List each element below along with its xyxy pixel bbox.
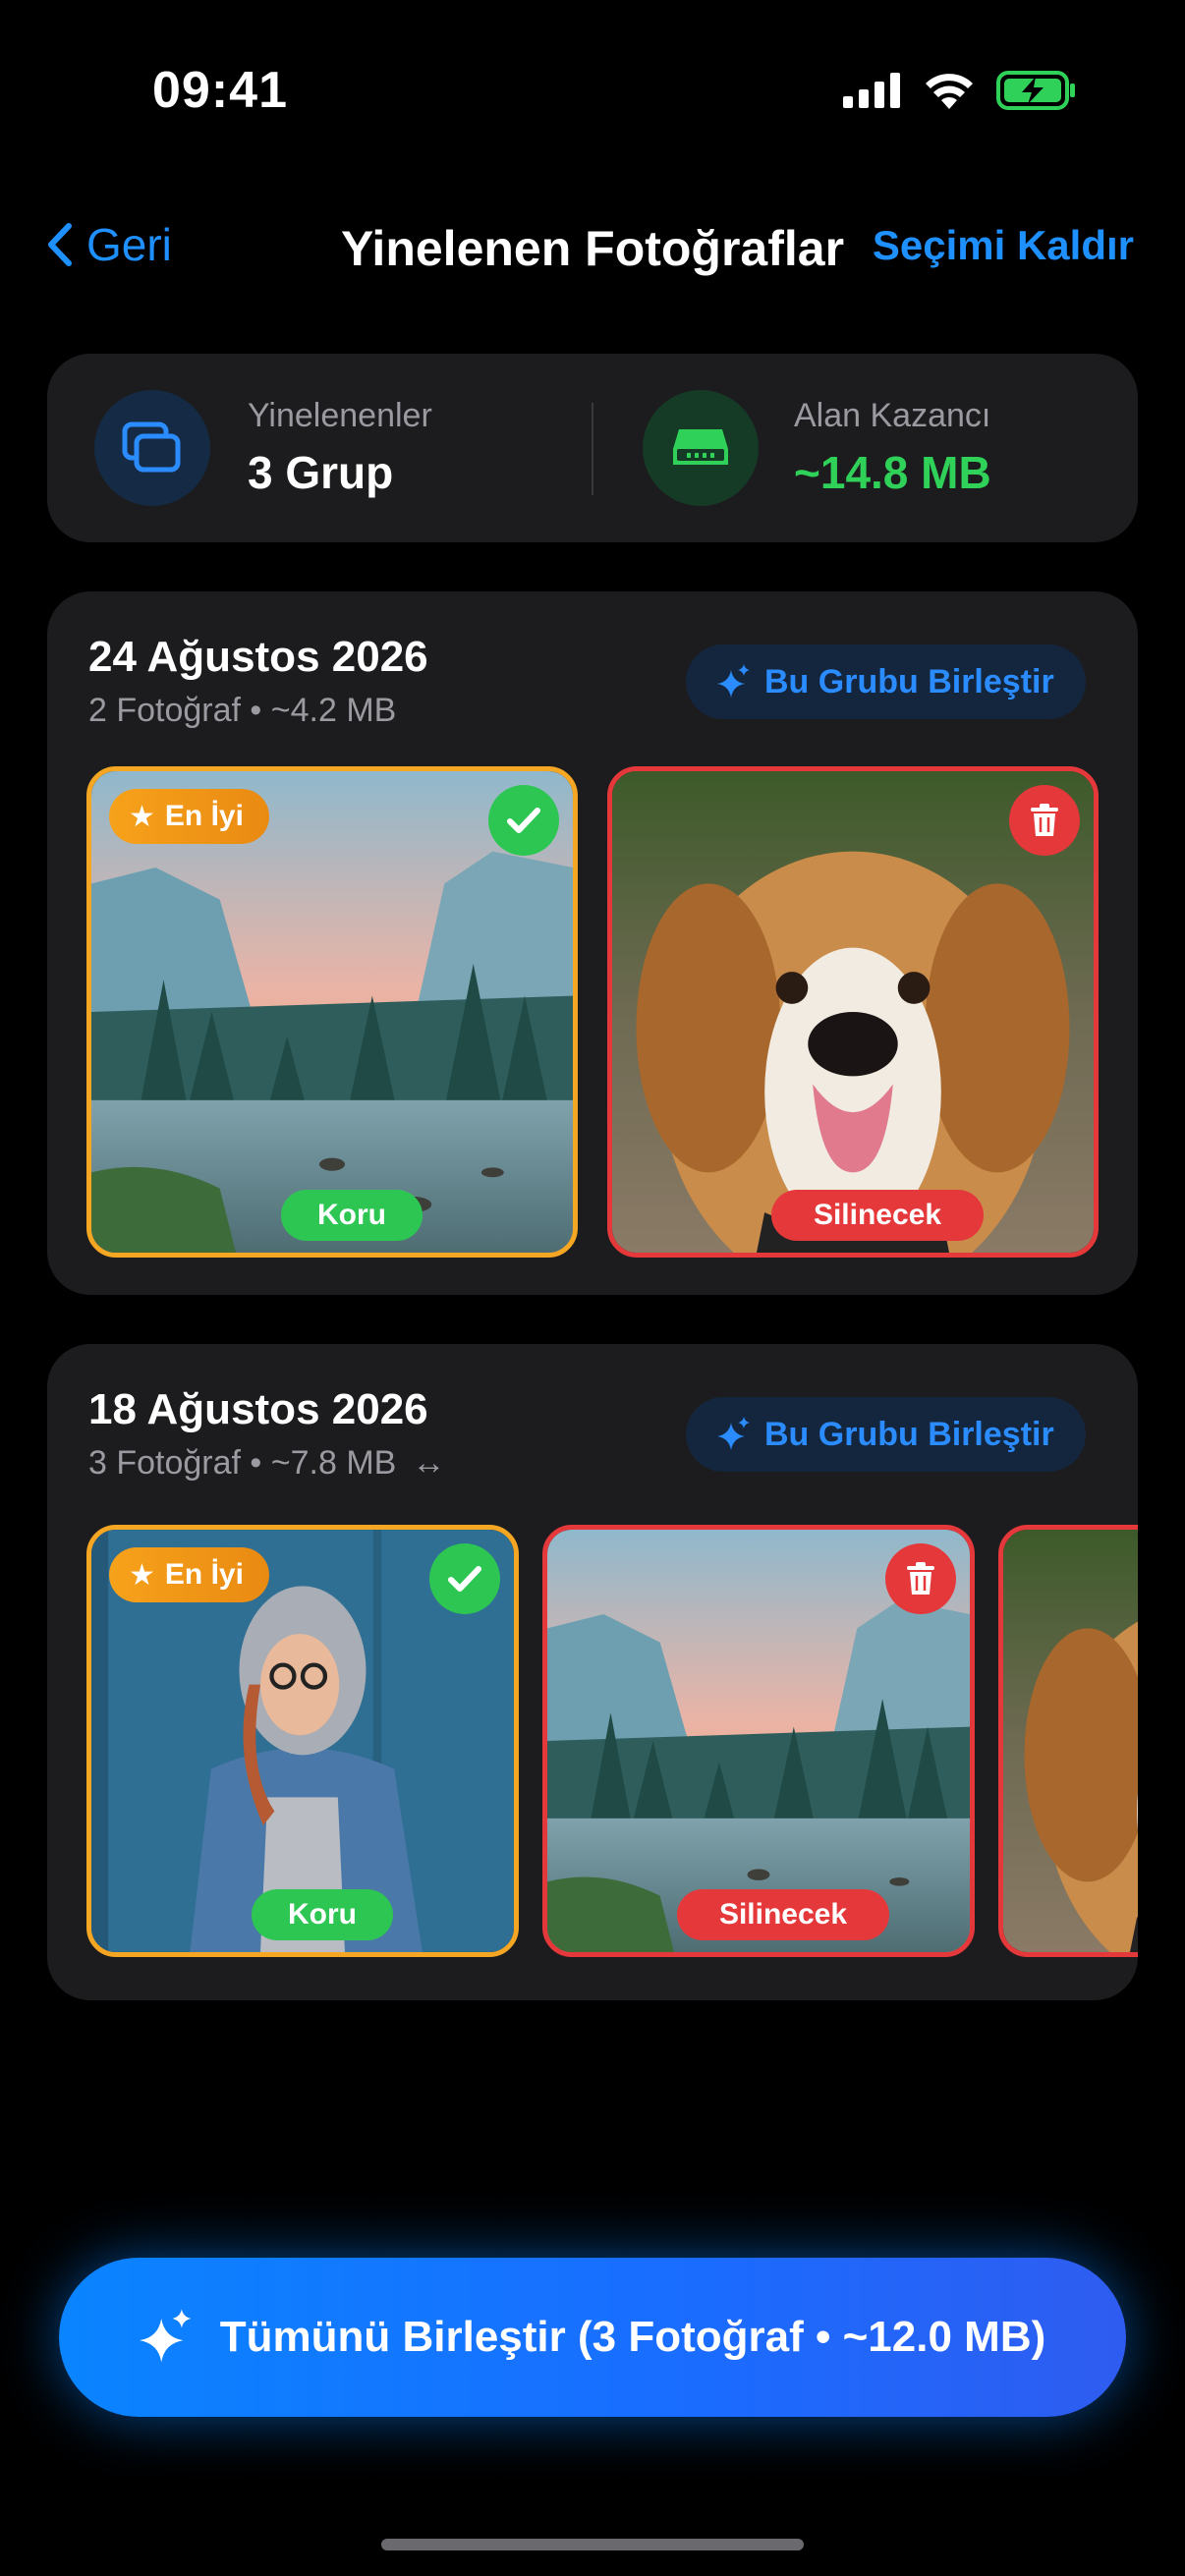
group-date: 24 Ağustos 2026 bbox=[88, 633, 428, 681]
group-meta: 2 Fotoğraf • ~4.2 MB bbox=[88, 692, 397, 729]
duplicates-icon bbox=[94, 390, 210, 506]
photo-card-keep[interactable]: ★ En İyi Koru bbox=[86, 1525, 519, 1957]
battery-charging-icon bbox=[996, 71, 1075, 110]
group-meta-row: 3 Fotoğraf • ~7.8 MB ↔ bbox=[88, 1444, 445, 1483]
status-icons bbox=[843, 71, 1077, 110]
arrows-horizontal-icon: ↔ bbox=[412, 1444, 446, 1482]
storage-icon bbox=[643, 390, 759, 506]
best-label: En İyi bbox=[164, 800, 244, 832]
space-saved-value: ~14.8 MB bbox=[794, 447, 991, 498]
check-icon[interactable] bbox=[429, 1543, 500, 1614]
merge-all-label: Tümünü Birleştir (3 Fotoğraf • ~12.0 MB) bbox=[219, 2313, 1046, 2361]
trash-icon[interactable] bbox=[885, 1543, 956, 1614]
keep-tag: Koru bbox=[252, 1889, 393, 1940]
status-time: 09:41 bbox=[152, 62, 288, 119]
deselect-button[interactable]: Seçimi Kaldır bbox=[873, 222, 1134, 269]
photo-card-delete[interactable]: Silinecek bbox=[607, 766, 1099, 1258]
photo-card-delete[interactable]: Silinecek bbox=[542, 1525, 975, 1957]
star-icon: ★ bbox=[129, 800, 155, 833]
home-indicator[interactable] bbox=[381, 2539, 804, 2550]
sparkles-icon bbox=[717, 664, 750, 698]
star-icon: ★ bbox=[129, 1558, 155, 1592]
check-icon[interactable] bbox=[488, 785, 559, 856]
sparkles-icon bbox=[717, 1417, 750, 1450]
delete-tag: Silinecek bbox=[677, 1889, 889, 1940]
best-badge: ★ En İyi bbox=[109, 1547, 269, 1602]
group-meta: 3 Fotoğraf • ~7.8 MB bbox=[88, 1444, 397, 1482]
merge-group-label: Bu Grubu Birleştir bbox=[764, 662, 1054, 700]
keep-tag: Koru bbox=[281, 1190, 423, 1241]
best-badge: ★ En İyi bbox=[109, 789, 269, 844]
merge-group-label: Bu Grubu Birleştir bbox=[764, 1415, 1054, 1453]
duplicates-value: 3 Grup bbox=[248, 447, 394, 498]
photo-card-keep[interactable]: ★ En İyi Koru bbox=[86, 766, 578, 1258]
duplicates-label: Yinelenenler bbox=[248, 397, 432, 434]
duplicate-group-card: 24 Ağustos 2026 2 Fotoğraf • ~4.2 MB Bu … bbox=[47, 591, 1138, 1295]
merge-group-button[interactable]: Bu Grubu Birleştir bbox=[686, 1397, 1086, 1472]
dog-photo bbox=[1003, 1530, 1138, 1952]
delete-tag: Silinecek bbox=[771, 1190, 984, 1241]
best-label: En İyi bbox=[164, 1558, 244, 1591]
cellular-signal-icon bbox=[843, 73, 900, 108]
trash-icon[interactable] bbox=[1009, 785, 1080, 856]
wifi-icon bbox=[926, 74, 973, 109]
sparkles-icon bbox=[139, 2309, 192, 2363]
photo-card-delete[interactable] bbox=[998, 1525, 1138, 1957]
merge-all-button[interactable]: Tümünü Birleştir (3 Fotoğraf • ~12.0 MB) bbox=[59, 2258, 1126, 2417]
merge-group-button[interactable]: Bu Grubu Birleştir bbox=[686, 644, 1086, 719]
summary-divider bbox=[592, 403, 593, 495]
group-date: 18 Ağustos 2026 bbox=[88, 1385, 428, 1433]
space-saved-label: Alan Kazancı bbox=[794, 397, 991, 434]
duplicate-group-card: 18 Ağustos 2026 3 Fotoğraf • ~7.8 MB ↔ B… bbox=[47, 1344, 1138, 2000]
